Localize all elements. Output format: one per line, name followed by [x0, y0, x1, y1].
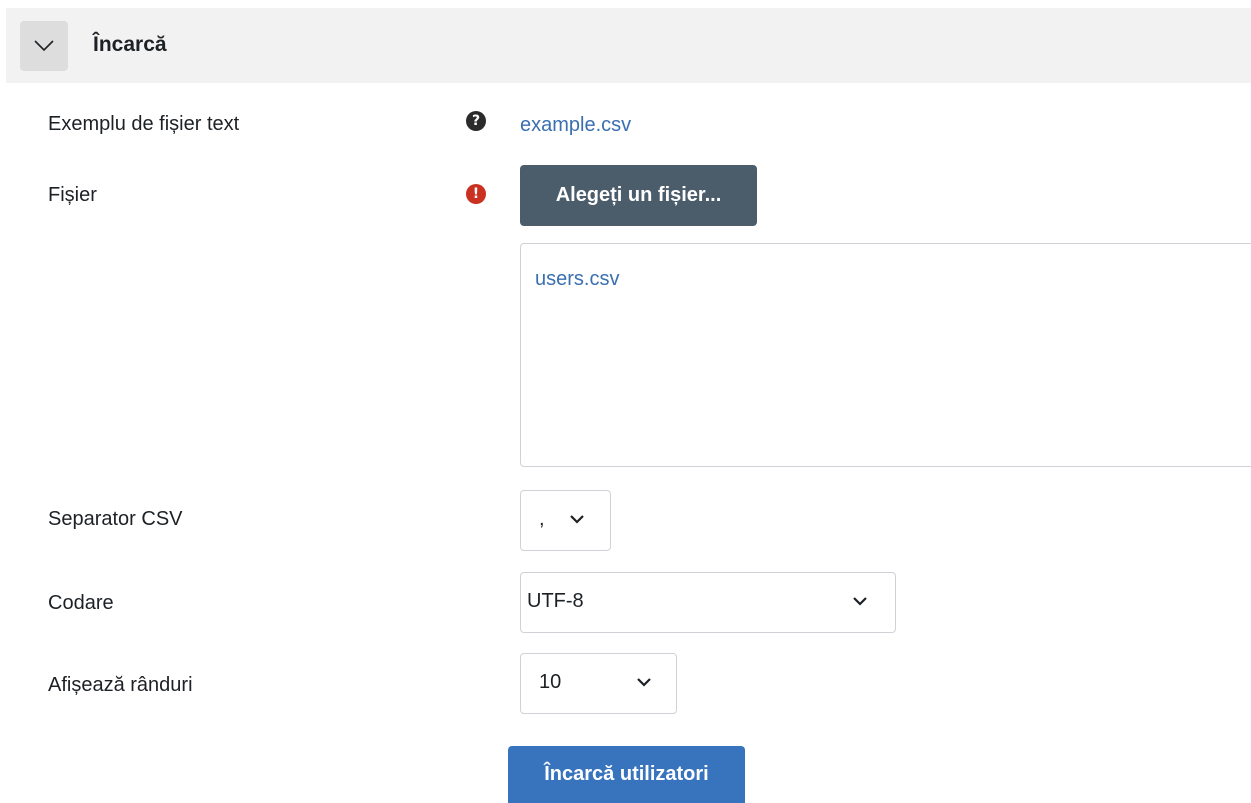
- encoding-label: Codare: [48, 592, 114, 614]
- csv-separator-value: ,: [539, 508, 545, 530]
- preview-rows-select[interactable]: 10: [520, 653, 677, 714]
- help-icon[interactable]: ?: [466, 111, 486, 131]
- encoding-value: UTF-8: [527, 590, 584, 612]
- preview-rows-value: 10: [539, 671, 562, 693]
- required-icon: !: [466, 184, 486, 204]
- selected-file-link[interactable]: users.csv: [535, 268, 619, 291]
- choose-file-button[interactable]: Alegeți un fișier...: [520, 165, 757, 226]
- chevron-down-icon: [853, 597, 867, 606]
- example-csv-link[interactable]: example.csv: [520, 114, 631, 137]
- file-label: Fișier: [48, 184, 97, 206]
- preview-rows-label: Afișează rânduri: [48, 674, 193, 696]
- csv-separator-label: Separator CSV: [48, 508, 183, 530]
- section-header: Încarcă: [6, 8, 1251, 83]
- section-title: Încarcă: [93, 33, 167, 56]
- file-drop-area[interactable]: users.csv: [520, 243, 1251, 467]
- chevron-down-icon: [637, 678, 651, 687]
- encoding-select[interactable]: UTF-8: [520, 572, 896, 633]
- chevron-down-icon: [34, 40, 54, 52]
- upload-users-button[interactable]: Încarcă utilizatori: [508, 746, 745, 803]
- collapse-toggle-button[interactable]: [20, 21, 68, 71]
- chevron-down-icon: [570, 515, 584, 524]
- csv-separator-select[interactable]: ,: [520, 490, 611, 551]
- example-file-label: Exemplu de fișier text: [48, 113, 240, 135]
